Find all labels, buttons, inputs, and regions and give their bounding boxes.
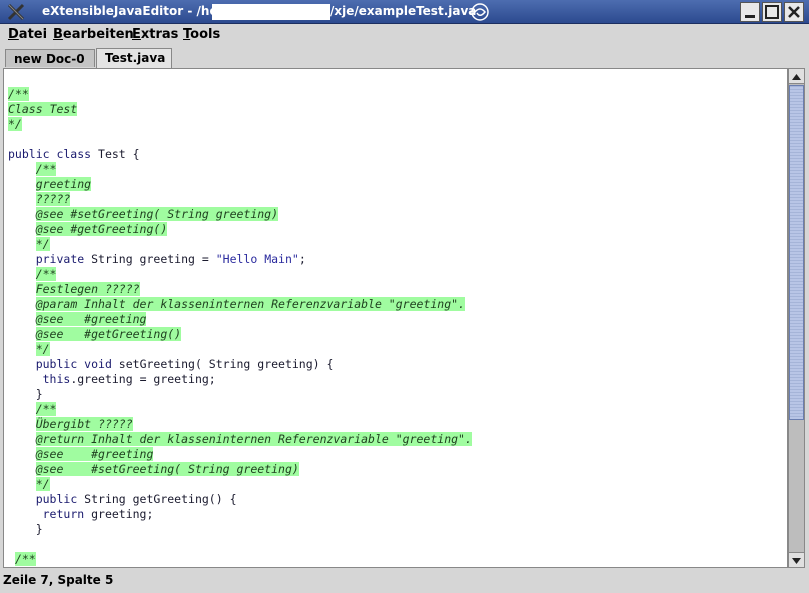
menu-datei[interactable]: Datei <box>6 27 49 42</box>
x-window-icon[interactable] <box>6 2 26 22</box>
scroll-thumb[interactable] <box>789 85 804 420</box>
tab-new-doc-0[interactable]: new Doc-0 <box>5 49 95 67</box>
code-line: Class Test <box>8 102 472 117</box>
javadoc-comment: /** <box>35 267 57 281</box>
code-token: private <box>35 252 85 266</box>
window-title-suffix: /xje/exampleTest.java <box>330 4 477 18</box>
javadoc-comment: /** <box>35 402 57 416</box>
swirl-icon <box>470 2 490 22</box>
code-line: /** <box>8 267 472 282</box>
code-line: */ <box>8 342 472 357</box>
code-token: .greeting = greeting; <box>70 372 216 386</box>
code-line: @see #setGreeting( String greeting) <box>8 462 472 477</box>
tab-test-java[interactable]: Test.java <box>96 48 172 68</box>
javadoc-comment: Festlegen ????? <box>35 282 140 296</box>
code-token: return <box>42 507 85 521</box>
javadoc-comment: */ <box>35 237 50 251</box>
minimize-button[interactable] <box>740 2 760 22</box>
code-line: @see #setGreeting( String greeting) <box>8 207 472 222</box>
code-line: */ <box>8 237 472 252</box>
code-editor[interactable]: /** Class Test */public class Test { /** g… <box>3 68 788 568</box>
code-line: @param Inhalt der klasseninternen Refere… <box>8 297 472 312</box>
javadoc-comment: */ <box>35 342 50 356</box>
redacted-path <box>212 4 330 20</box>
code-token: public class <box>8 147 92 161</box>
code-token: public void <box>35 357 112 371</box>
code-token: } <box>35 522 43 536</box>
javadoc-comment: @see #getGreeting() <box>35 222 168 236</box>
javadoc-comment: /** <box>35 162 57 176</box>
menu-tools[interactable]: Tools <box>181 27 222 42</box>
javadoc-comment: greeting <box>35 177 92 191</box>
title-bar: eXtensibleJavaEditor - /home/ /xje/examp… <box>0 0 809 24</box>
code-line: greeting <box>8 177 472 192</box>
document-tabs: new Doc-0 Test.java <box>0 46 809 68</box>
menu-bar: Datei Bearbeiten Extras Tools <box>0 24 809 46</box>
code-line: /** <box>8 402 472 417</box>
code-line: Festlegen ????? <box>8 282 472 297</box>
javadoc-comment: /** <box>14 552 36 566</box>
menu-bearbeiten[interactable]: Bearbeiten <box>51 27 136 42</box>
code-line: /** <box>8 87 472 102</box>
code-token: "Hello Main" <box>215 252 299 266</box>
javadoc-comment: @see #greeting <box>35 447 154 461</box>
vertical-scrollbar[interactable] <box>788 68 805 568</box>
code-line: public class Test { <box>8 147 472 162</box>
code-token: } <box>35 387 43 401</box>
code-token: this <box>42 372 71 386</box>
scroll-up-button[interactable] <box>789 69 804 84</box>
code-token: public <box>35 492 78 506</box>
javadoc-comment: @see #setGreeting( String greeting) <box>35 207 279 221</box>
javadoc-comment: @see #getGreeting() <box>35 327 182 341</box>
javadoc-comment: */ <box>35 477 50 491</box>
javadoc-comment: @return Inhalt der klasseninternen Refer… <box>35 432 472 446</box>
code-line: @see #getGreeting() <box>8 327 472 342</box>
status-bar: Zeile 7, Spalte 5 <box>0 570 809 593</box>
code-token: Test { <box>91 147 140 161</box>
javadoc-comment: @param Inhalt der klasseninternen Refere… <box>35 297 465 311</box>
code-line: @see #getGreeting() <box>8 222 472 237</box>
code-line: this.greeting = greeting; <box>8 372 472 387</box>
code-line: private String greeting = "Hello Main"; <box>8 252 472 267</box>
javadoc-comment: ????? <box>35 192 71 206</box>
code-token: String getGreeting() { <box>77 492 237 506</box>
code-token: setGreeting( String greeting) { <box>111 357 334 371</box>
code-token: ; <box>298 252 306 266</box>
code-line: } <box>8 387 472 402</box>
scroll-down-button[interactable] <box>789 552 804 567</box>
code-line: */ <box>8 117 472 132</box>
close-button[interactable] <box>784 2 804 22</box>
javadoc-comment: */ <box>8 117 22 131</box>
code-line: } <box>8 522 472 537</box>
code-area[interactable]: /** Class Test */public class Test { /** g… <box>8 87 472 567</box>
code-line: public void setGreeting( String greeting… <box>8 357 472 372</box>
javadoc-comment: @see #setGreeting( String greeting) <box>35 462 299 476</box>
javadoc-comment: @see #greeting <box>35 312 147 326</box>
maximize-button[interactable] <box>762 2 782 22</box>
code-line: return greeting; <box>8 507 472 522</box>
code-line: /** <box>8 552 472 567</box>
javadoc-comment: Class Test <box>8 102 78 116</box>
code-line: /** <box>8 162 472 177</box>
code-line: @see #greeting <box>8 447 472 462</box>
javadoc-comment: /** <box>8 87 29 101</box>
code-line: @return Inhalt der klasseninternen Refer… <box>8 432 472 447</box>
code-line: Übergibt ????? <box>8 417 472 432</box>
code-line: ????? <box>8 192 472 207</box>
javadoc-comment: Übergibt ????? <box>35 417 133 431</box>
code-token: String greeting = <box>84 252 216 266</box>
code-line: @see #greeting <box>8 312 472 327</box>
cursor-position: Zeile 7, Spalte 5 <box>3 573 114 587</box>
code-token: greeting; <box>84 507 154 521</box>
menu-extras[interactable]: Extras <box>130 27 180 42</box>
code-line: */ <box>8 477 472 492</box>
code-line: public String getGreeting() { <box>8 492 472 507</box>
